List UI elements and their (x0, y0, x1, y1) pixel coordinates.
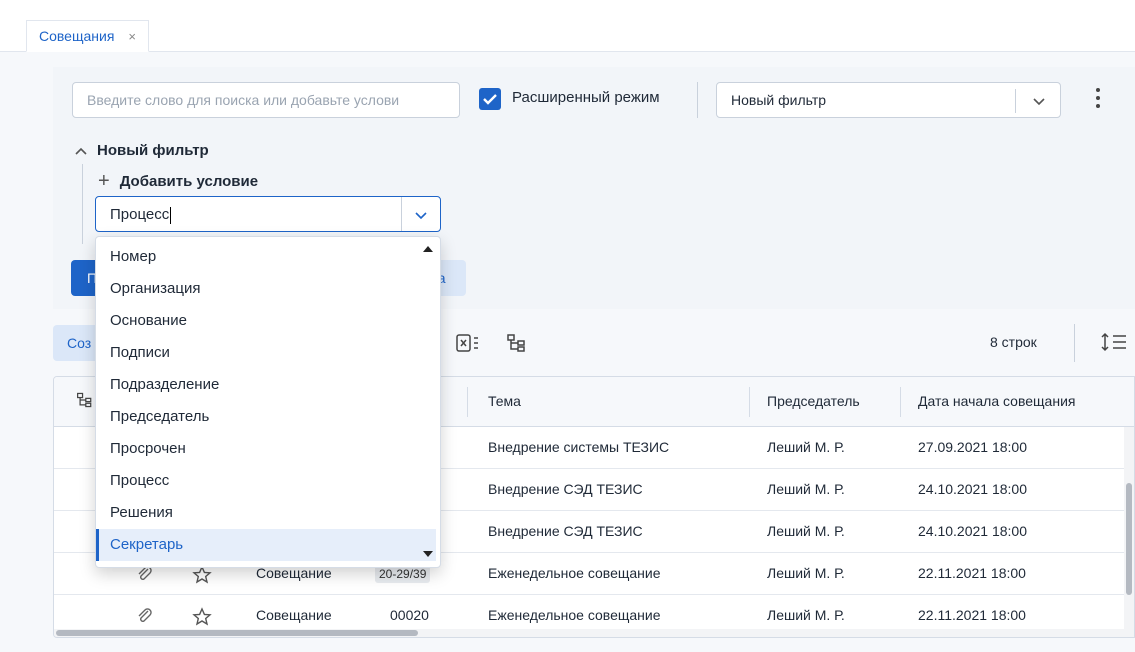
horizontal-scrollbar[interactable] (54, 629, 1134, 637)
cell-topic: Еженедельное совещание (488, 607, 661, 623)
add-condition-button[interactable]: + Добавить условие (98, 170, 259, 192)
dropdown-option[interactable]: Процесс (96, 465, 436, 497)
advanced-mode-checkbox[interactable] (479, 88, 501, 110)
cell-chair: Леший М. Р. (767, 523, 845, 539)
condition-select[interactable]: Процесс (95, 196, 441, 232)
tab-bar: Совещания × (0, 0, 1135, 52)
cell-number: 00020 (390, 607, 429, 623)
add-condition-label: Добавить условие (119, 172, 259, 190)
dropdown-option[interactable]: Просрочен (96, 433, 436, 465)
vertical-scrollbar[interactable] (1124, 427, 1134, 631)
more-options-icon[interactable] (1093, 88, 1103, 114)
dropdown-option-highlighted[interactable]: Секретарь (96, 529, 436, 561)
cell-date: 22.11.2021 18:00 (918, 565, 1026, 581)
divider (697, 82, 698, 118)
cell-chair: Леший М. Р. (767, 481, 845, 497)
filter-select-value: Новый фильтр (731, 92, 827, 108)
cell-type: Совещание (256, 607, 332, 623)
divider (1074, 324, 1075, 362)
divider (467, 387, 468, 417)
tab-label: Совещания (39, 28, 115, 44)
scroll-down-icon[interactable] (423, 551, 433, 557)
divider (1015, 89, 1016, 113)
hierarchy-icon[interactable] (506, 333, 528, 353)
apply-button[interactable]: П (71, 260, 97, 296)
column-header-topic[interactable]: Тема (488, 393, 521, 409)
close-icon[interactable]: × (128, 29, 136, 44)
dropdown-option[interactable]: Решения (96, 497, 436, 529)
divider (749, 387, 750, 417)
filter-group-title: Новый фильтр (97, 142, 209, 159)
chevron-down-icon[interactable] (414, 208, 428, 222)
cell-date: 24.10.2021 18:00 (918, 523, 1027, 539)
divider (900, 387, 901, 417)
cell-chair: Леший М. Р. (767, 439, 845, 455)
cell-chair: Леший М. Р. (767, 565, 845, 581)
dropdown-option[interactable]: Подразделение (96, 369, 436, 401)
check-icon (483, 94, 497, 105)
tree-line (82, 164, 83, 244)
cell-topic: Внедрение системы ТЕЗИС (488, 439, 670, 455)
paperclip-icon[interactable] (136, 607, 154, 625)
row-count: 8 строк (990, 334, 1037, 350)
dropdown-option[interactable]: Номер (96, 241, 436, 273)
column-header-chair[interactable]: Председатель (767, 393, 860, 409)
row-height-icon[interactable] (1100, 332, 1128, 352)
filter-select[interactable]: Новый фильтр (716, 82, 1061, 118)
cell-date: 27.09.2021 18:00 (918, 439, 1027, 455)
search-input[interactable] (72, 82, 460, 118)
plus-icon: + (98, 170, 110, 192)
condition-input[interactable]: Процесс (110, 206, 172, 224)
chevron-up-icon (75, 147, 87, 155)
filter-group-toggle[interactable]: Новый фильтр (75, 142, 209, 159)
star-icon[interactable] (192, 565, 212, 585)
cell-chair: Леший М. Р. (767, 607, 845, 623)
dropdown-option[interactable]: Подписи (96, 337, 436, 369)
condition-dropdown-list[interactable]: Номер Организация Основание Подписи Подр… (95, 236, 441, 568)
chevron-down-icon[interactable] (1032, 94, 1046, 108)
cell-date: 24.10.2021 18:00 (918, 481, 1027, 497)
dropdown-option[interactable]: Основание (96, 305, 436, 337)
tab-meetings[interactable]: Совещания × (26, 20, 149, 52)
cell-date: 22.11.2021 18:00 (918, 607, 1026, 623)
column-header-start-date[interactable]: Дата начала совещания (918, 393, 1075, 409)
star-icon[interactable] (192, 607, 212, 627)
excel-export-icon[interactable] (455, 333, 481, 353)
cell-topic: Внедрение СЭД ТЕЗИС (488, 481, 643, 497)
advanced-mode-label: Расширенный режим (512, 89, 660, 106)
dropdown-option[interactable]: Организация (96, 273, 436, 305)
cell-topic: Внедрение СЭД ТЕЗИС (488, 523, 643, 539)
scroll-up-icon[interactable] (423, 246, 433, 252)
divider (401, 197, 402, 231)
hierarchy-icon[interactable] (76, 391, 94, 409)
dropdown-option[interactable]: Председатель (96, 401, 436, 433)
cell-topic: Еженедельное совещание (488, 565, 661, 581)
